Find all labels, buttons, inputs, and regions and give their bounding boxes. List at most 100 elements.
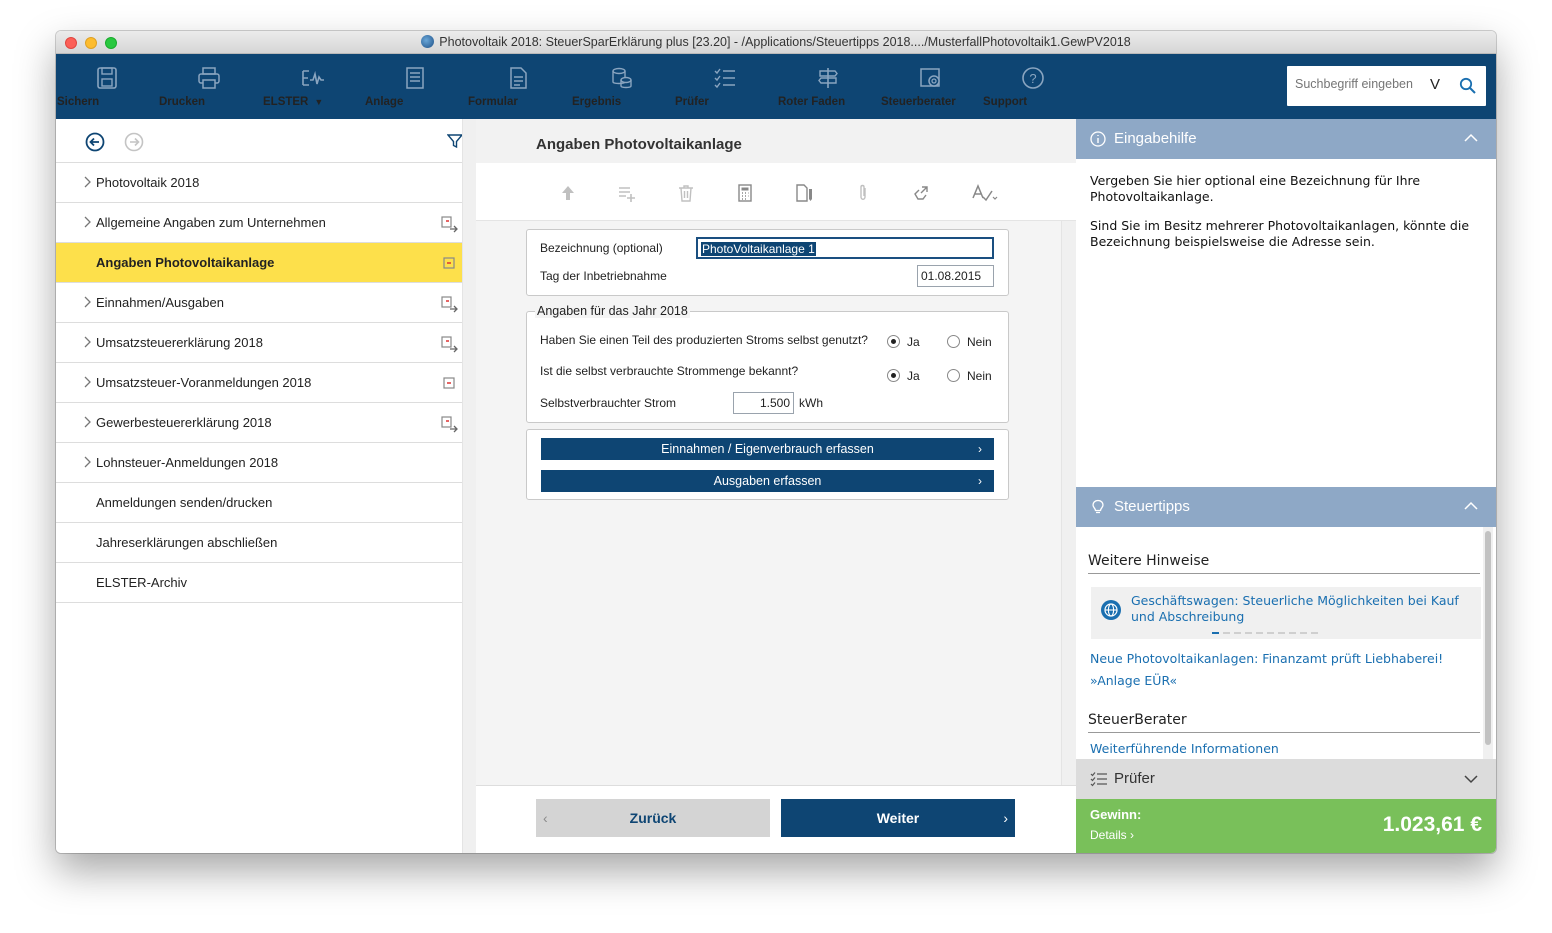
trash-icon[interactable] (676, 183, 696, 203)
chevron-right-icon (84, 176, 91, 188)
globe-icon (1101, 600, 1121, 620)
ausgaben-erfassen-button[interactable]: Ausgaben erfassen › (541, 470, 994, 492)
paperclip-icon[interactable] (853, 183, 873, 203)
search-scope-selector[interactable]: V (1430, 76, 1440, 93)
chevron-right-icon (84, 416, 91, 428)
strom-label: Selbstverbrauchter Strom (540, 396, 677, 410)
bezeichnung-label: Bezeichnung (optional) (540, 241, 663, 255)
weiterfuehrende-informationen-link[interactable]: Weiterführende Informationen (1090, 741, 1279, 756)
chevron-right-icon (84, 296, 91, 308)
nav-item-einnahmen-ausgaben[interactable]: Einnahmen/Ausgaben (56, 283, 462, 323)
steuerberater-button[interactable]: Steuerberater (881, 54, 981, 119)
print-button[interactable]: Drucken (159, 54, 259, 119)
formular-button[interactable]: Formular (468, 54, 568, 119)
eingabehilfe-header[interactable]: Eingabehilfe (1076, 119, 1496, 159)
carousel-dots[interactable] (1212, 632, 1322, 635)
search-input[interactable] (1295, 77, 1425, 91)
navigation-scrollbar[interactable] (462, 119, 476, 853)
pruefer-header[interactable]: Prüfer (1076, 759, 1496, 799)
chevron-down-icon: ▼ (314, 97, 324, 107)
nav-item-umsatzsteuer-voranmeldungen[interactable]: Umsatzsteuer-Voranmeldungen 2018 (56, 363, 462, 403)
question-self-use: Haben Sie einen Teil des produzierten St… (540, 333, 868, 347)
chevron-right-icon: › (1130, 828, 1135, 842)
nav-item-gewerbesteuererklaerung[interactable]: Gewerbesteuererklärung 2018 (56, 403, 462, 443)
form-send-icon (441, 416, 458, 433)
nav-item-jahreserklaerungen[interactable]: Jahreserklärungen abschließen (56, 523, 462, 563)
add-entry-icon[interactable] (617, 183, 637, 203)
weitere-hinweise-heading: Weitere Hinweise (1088, 553, 1480, 574)
printer-icon (198, 67, 220, 89)
svg-text:?: ? (1029, 71, 1036, 86)
chevron-right-icon (84, 216, 91, 228)
strom-input[interactable]: 1.500 (733, 392, 794, 414)
amount-known-no-radio[interactable] (947, 369, 960, 382)
elster-icon (302, 70, 324, 86)
scrollbar-thumb[interactable] (1485, 531, 1491, 745)
anlage-eur-link[interactable]: »Anlage EÜR« (1090, 673, 1177, 688)
chevron-right-icon (84, 456, 91, 468)
gewinn-amount: 1.023,61 € (1382, 813, 1482, 836)
nav-item-photovoltaik-2018[interactable]: Photovoltaik 2018 (56, 163, 462, 203)
page-title: Angaben Photovoltaikanlage (536, 136, 742, 153)
search-icon[interactable] (1459, 77, 1477, 95)
support-button[interactable]: ? Support (983, 54, 1083, 119)
gewinn-summary: Gewinn: Details › 1.023,61 € (1076, 799, 1496, 853)
year-2018-group: Angaben für das Jahr 2018 Haben Sie eine… (526, 304, 1009, 423)
nav-item-angaben-photovoltaikanlage[interactable]: Angaben Photovoltaikanlage (56, 243, 462, 283)
lightbulb-icon (1092, 499, 1104, 514)
inbetriebnahme-date-input[interactable]: 01.08.2015 (917, 265, 994, 287)
next-button[interactable]: Weiter › (781, 799, 1015, 837)
back-arrow-icon[interactable] (85, 132, 105, 152)
filter-icon[interactable] (447, 133, 463, 149)
form-area: Bezeichnung (optional) PhotoVoltaikanlag… (476, 221, 1061, 785)
nav-item-elster-archiv[interactable]: ELSTER-Archiv (56, 563, 462, 603)
anlage-button[interactable]: Anlage (365, 54, 465, 119)
title-bar: Photovoltaik 2018: SteuerSparErklärung p… (56, 31, 1496, 54)
content-scrollbar[interactable] (1061, 221, 1076, 785)
amount-known-yes-label: Ja (907, 369, 920, 383)
calculator-icon[interactable] (735, 183, 755, 203)
chevron-left-icon: ‹ (543, 810, 548, 826)
main-toolbar: Sichern Drucken ELSTER ▼ Anlage Formular … (56, 54, 1496, 119)
inbetriebnahme-label: Tag der Inbetriebnahme (540, 269, 667, 283)
year-group-legend: Angaben für das Jahr 2018 (535, 304, 690, 318)
steuertipps-scrollbar[interactable] (1483, 527, 1493, 759)
question-amount-known: Ist die selbst verbrauchte Strommenge be… (540, 364, 799, 378)
self-use-yes-radio[interactable] (887, 335, 900, 348)
pruefer-button[interactable]: Prüfer (675, 54, 775, 119)
amount-known-no-label: Nein (967, 369, 992, 383)
back-button[interactable]: ‹ Zurück (536, 799, 770, 837)
self-use-no-radio[interactable] (947, 335, 960, 348)
nav-item-anmeldungen-senden[interactable]: Anmeldungen senden/drucken (56, 483, 462, 523)
steuertipps-header[interactable]: Steuertipps (1076, 487, 1496, 527)
chevron-down-icon[interactable] (1464, 773, 1478, 785)
navigation-header (56, 119, 463, 163)
nav-item-lohnsteuer-anmeldungen[interactable]: Lohnsteuer-Anmeldungen 2018 (56, 443, 462, 483)
chevron-up-icon[interactable] (1464, 500, 1478, 512)
nav-item-umsatzsteuererklaerung[interactable]: Umsatzsteuererklärung 2018 (56, 323, 462, 363)
navigation-panel: Photovoltaik 2018 Allgemeine Angaben zum… (56, 119, 463, 853)
info-icon (1090, 131, 1106, 147)
move-up-icon[interactable] (558, 183, 578, 203)
link-icon[interactable] (912, 183, 932, 203)
spellcheck-icon[interactable] (971, 183, 999, 203)
wizard-footer: ‹ Zurück Weiter › (476, 785, 1076, 853)
roter-faden-button[interactable]: Roter Faden (778, 54, 878, 119)
advisor-icon (920, 68, 940, 87)
chevron-right-icon: › (978, 442, 982, 456)
chevron-right-icon: › (1003, 810, 1008, 826)
ergebnis-button[interactable]: Ergebnis (572, 54, 672, 119)
help-icon: ? (1022, 67, 1044, 89)
einnahmen-erfassen-button[interactable]: Einnahmen / Eigenverbrauch erfassen › (541, 438, 994, 460)
nav-item-allgemeine-angaben[interactable]: Allgemeine Angaben zum Unternehmen (56, 203, 462, 243)
details-link[interactable]: Details › (1090, 828, 1134, 842)
liebhaberei-link[interactable]: Neue Photovoltaikanlagen: Finanzamt prüf… (1090, 651, 1443, 666)
bezeichnung-input[interactable]: PhotoVoltaikanlage 1 (696, 237, 994, 259)
save-button[interactable]: Sichern (57, 54, 157, 119)
document-edit-icon[interactable] (794, 183, 814, 203)
amount-known-yes-radio[interactable] (887, 369, 900, 382)
forward-arrow-icon[interactable] (124, 132, 144, 152)
elster-menu-button[interactable]: ELSTER ▼ (263, 54, 363, 119)
tip-card-link[interactable]: Geschäftswagen: Steuerliche Möglichkeite… (1131, 593, 1476, 625)
chevron-up-icon[interactable] (1464, 132, 1478, 144)
